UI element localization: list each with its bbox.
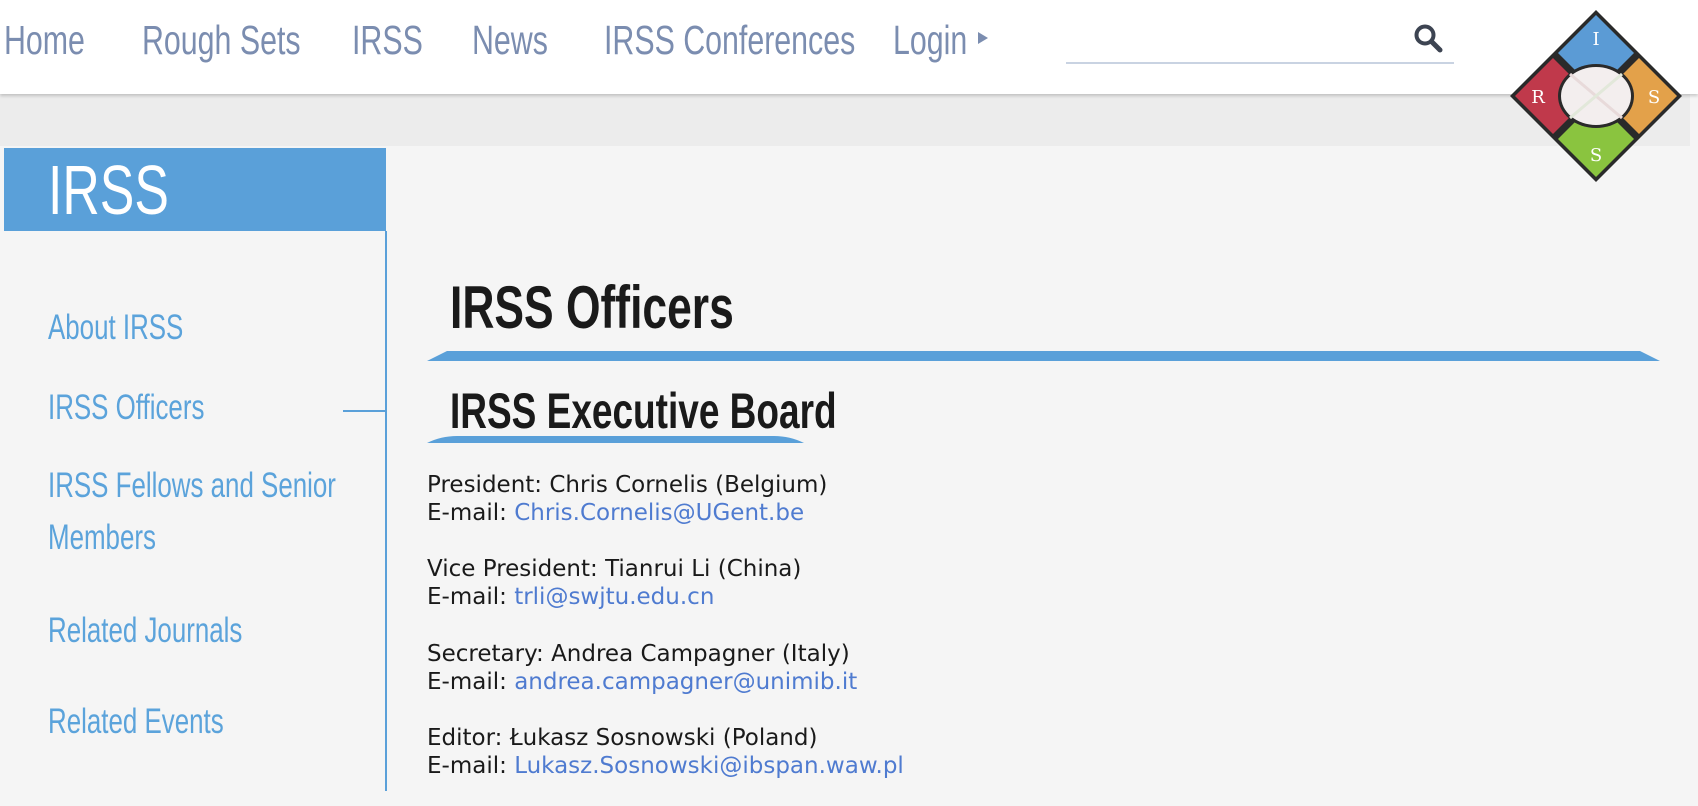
- logo-letter-right: S: [1648, 87, 1660, 108]
- logo-letter-bottom: S: [1590, 145, 1602, 166]
- email-link[interactable]: trli@swjtu.edu.cn: [514, 584, 714, 610]
- email-link[interactable]: andrea.campagner@unimib.it: [514, 669, 857, 695]
- officer-role: Vice President: Tianrui Li (China): [427, 556, 802, 582]
- officer-role: Editor: Łukasz Sosnowski (Poland): [427, 725, 818, 751]
- nav-home[interactable]: Home: [4, 16, 85, 64]
- officer-email-line: E-mail: andrea.campagner@unimib.it: [427, 668, 857, 696]
- section-underline: [427, 436, 804, 443]
- email-link[interactable]: Chris.Cornelis@UGent.be: [514, 500, 804, 526]
- sidebar-header: IRSS: [4, 148, 386, 231]
- sidebar-divider: [385, 231, 387, 791]
- nav-irss[interactable]: IRSS: [352, 16, 423, 64]
- nav-login[interactable]: Login: [893, 16, 967, 64]
- officer-vice-president: Vice President: Tianrui Li (China) E-mai…: [427, 555, 801, 611]
- logo-letter-left: R: [1531, 87, 1545, 108]
- officer-email-line: E-mail: Lukasz.Sosnowski@ibspan.waw.pl: [427, 752, 904, 780]
- officer-editor: Editor: Łukasz Sosnowski (Poland) E-mail…: [427, 724, 904, 780]
- email-label: E-mail:: [427, 500, 507, 526]
- officer-role: President: Chris Cornelis (Belgium): [427, 472, 828, 498]
- login-arrow-icon[interactable]: [978, 32, 988, 44]
- page-title: IRSS Officers: [450, 274, 734, 341]
- sidebar-item-related-journals[interactable]: Related Journals: [48, 605, 242, 657]
- search-icon[interactable]: [1412, 22, 1444, 54]
- email-label: E-mail:: [427, 753, 507, 779]
- nav-news[interactable]: News: [472, 16, 548, 64]
- email-label: E-mail:: [427, 669, 507, 695]
- officer-president: President: Chris Cornelis (Belgium) E-ma…: [427, 471, 827, 527]
- search-input[interactable]: [1066, 18, 1454, 64]
- title-underline: [427, 351, 1660, 361]
- irss-logo[interactable]: I R S S: [1508, 8, 1684, 184]
- officer-role: Secretary: Andrea Campagner (Italy): [427, 641, 850, 667]
- section-title: IRSS Executive Board: [450, 383, 837, 439]
- nav-rough-sets[interactable]: Rough Sets: [142, 16, 301, 64]
- sidebar-item-about-irss[interactable]: About IRSS: [48, 302, 183, 354]
- header-band: [0, 94, 1690, 146]
- officer-email-line: E-mail: trli@swjtu.edu.cn: [427, 583, 801, 611]
- sidebar-item-label-line1: IRSS Fellows and Senior: [48, 466, 336, 505]
- sidebar-item-irss-fellows[interactable]: IRSS Fellows and Senior Members: [48, 460, 368, 564]
- officer-secretary: Secretary: Andrea Campagner (Italy) E-ma…: [427, 640, 857, 696]
- sidebar-item-label-line2: Members: [48, 518, 156, 557]
- sidebar-title: IRSS: [48, 151, 169, 229]
- active-item-indicator: [343, 410, 385, 412]
- email-link[interactable]: Lukasz.Sosnowski@ibspan.waw.pl: [514, 753, 904, 779]
- top-nav-bar: Home Rough Sets IRSS News IRSS Conferenc…: [0, 0, 1698, 94]
- logo-letter-top: I: [1592, 29, 1599, 50]
- email-label: E-mail:: [427, 584, 507, 610]
- sidebar-item-irss-officers[interactable]: IRSS Officers: [48, 382, 204, 434]
- sidebar-item-related-events[interactable]: Related Events: [48, 696, 224, 748]
- nav-irss-conferences[interactable]: IRSS Conferences: [604, 16, 855, 64]
- officer-email-line: E-mail: Chris.Cornelis@UGent.be: [427, 499, 827, 527]
